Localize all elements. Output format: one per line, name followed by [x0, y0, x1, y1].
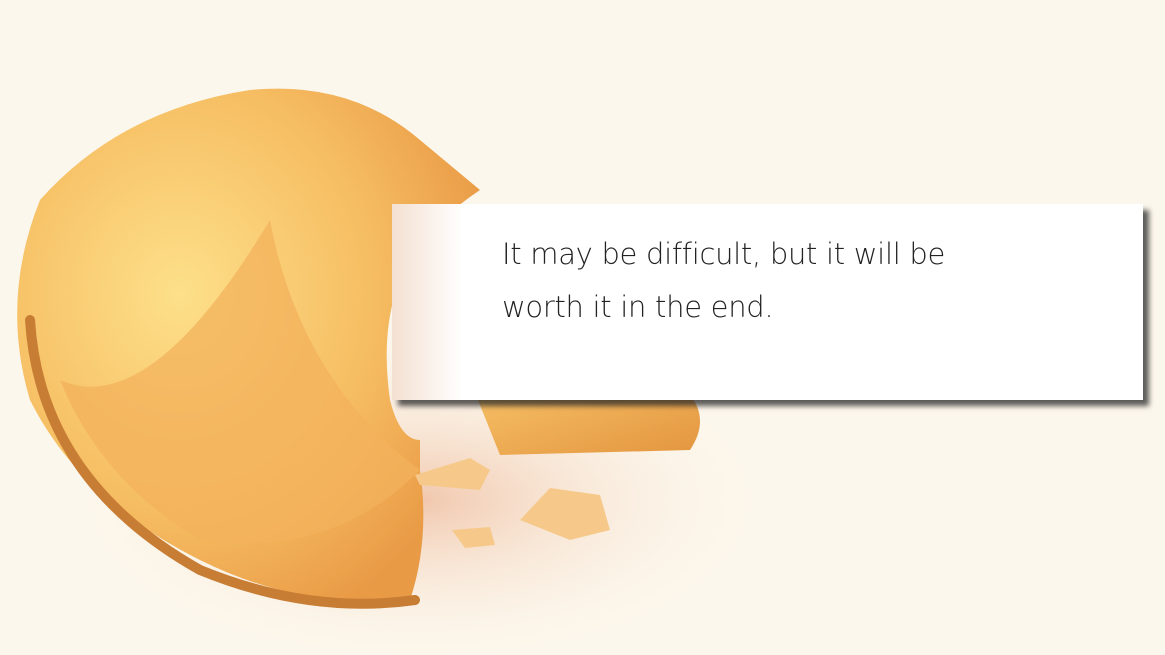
fortune-message: It may be difficult, but it will be wort…	[502, 237, 946, 324]
fortune-paper: It may be difficult, but it will be wort…	[392, 204, 1143, 400]
